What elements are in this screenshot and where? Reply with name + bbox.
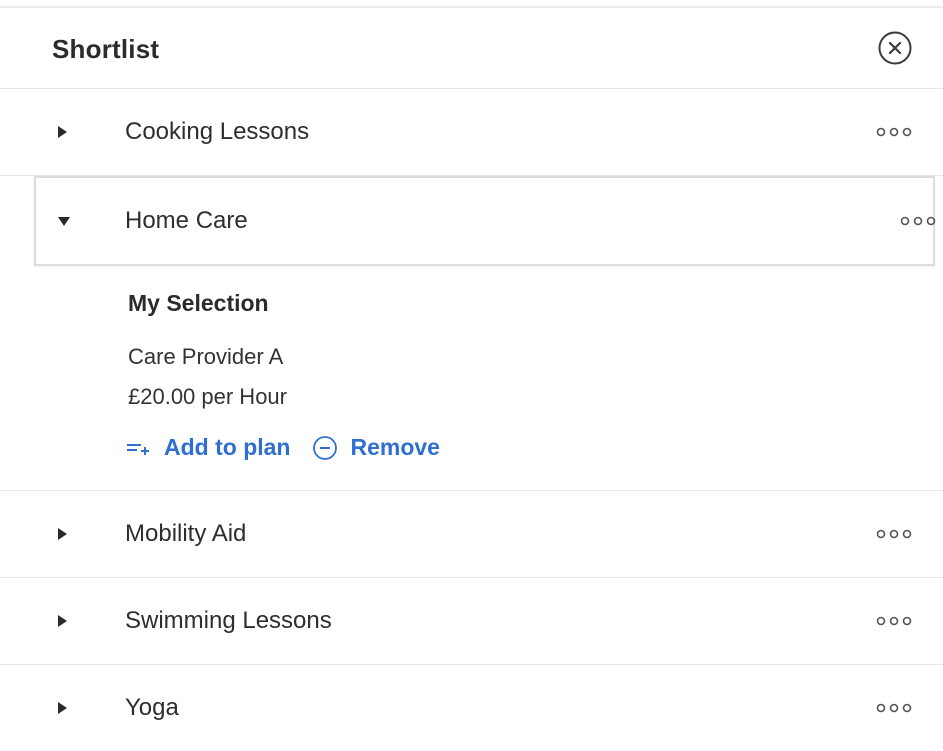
- list-item-label: Swimming Lessons: [125, 607, 332, 634]
- list-item-swimming-lessons[interactable]: Swimming Lessons: [0, 578, 943, 665]
- remove-label: Remove: [350, 434, 440, 460]
- shortlist-panel: Shortlist Cooking Lessons Home Care My S…: [0, 0, 943, 725]
- more-options-icon[interactable]: [875, 616, 913, 626]
- selection-heading: My Selection: [128, 290, 269, 316]
- list-item-cooking-lessons[interactable]: Cooking Lessons: [0, 89, 943, 176]
- close-icon[interactable]: [877, 30, 913, 66]
- add-to-plan-button[interactable]: Add to plan: [126, 434, 290, 461]
- panel-title: Shortlist: [52, 34, 160, 64]
- more-options-icon[interactable]: [875, 529, 913, 539]
- panel-header: Shortlist: [0, 8, 943, 89]
- more-options-icon[interactable]: [875, 703, 913, 713]
- remove-circle-icon: [313, 435, 338, 460]
- add-to-plan-icon: [127, 443, 149, 455]
- list-item-yoga[interactable]: Yoga: [0, 665, 943, 751]
- list-item-home-care[interactable]: Home Care: [34, 176, 937, 266]
- list-item-label: Home Care: [125, 207, 248, 234]
- list-item-label: Mobility Aid: [125, 520, 247, 547]
- caret-down-icon[interactable]: [56, 213, 72, 229]
- more-options-icon[interactable]: [899, 216, 937, 226]
- list-item-label: Cooking Lessons: [125, 118, 310, 145]
- provider-name: Care Provider A: [128, 344, 284, 369]
- more-options-icon[interactable]: [875, 127, 913, 137]
- selection-detail: My Selection Care Provider A £20.00 per …: [0, 260, 943, 491]
- add-to-plan-label: Add to plan: [164, 434, 291, 460]
- caret-right-icon[interactable]: [54, 613, 70, 629]
- provider-price: £20.00 per Hour: [128, 384, 287, 409]
- list-item-label: Yoga: [125, 694, 179, 721]
- caret-right-icon[interactable]: [54, 124, 70, 140]
- caret-right-icon[interactable]: [54, 526, 70, 542]
- remove-button[interactable]: Remove: [312, 434, 440, 461]
- caret-right-icon[interactable]: [54, 700, 70, 716]
- selection-actions: Add to plan Remove: [126, 434, 440, 461]
- list-item-mobility-aid[interactable]: Mobility Aid: [0, 491, 943, 578]
